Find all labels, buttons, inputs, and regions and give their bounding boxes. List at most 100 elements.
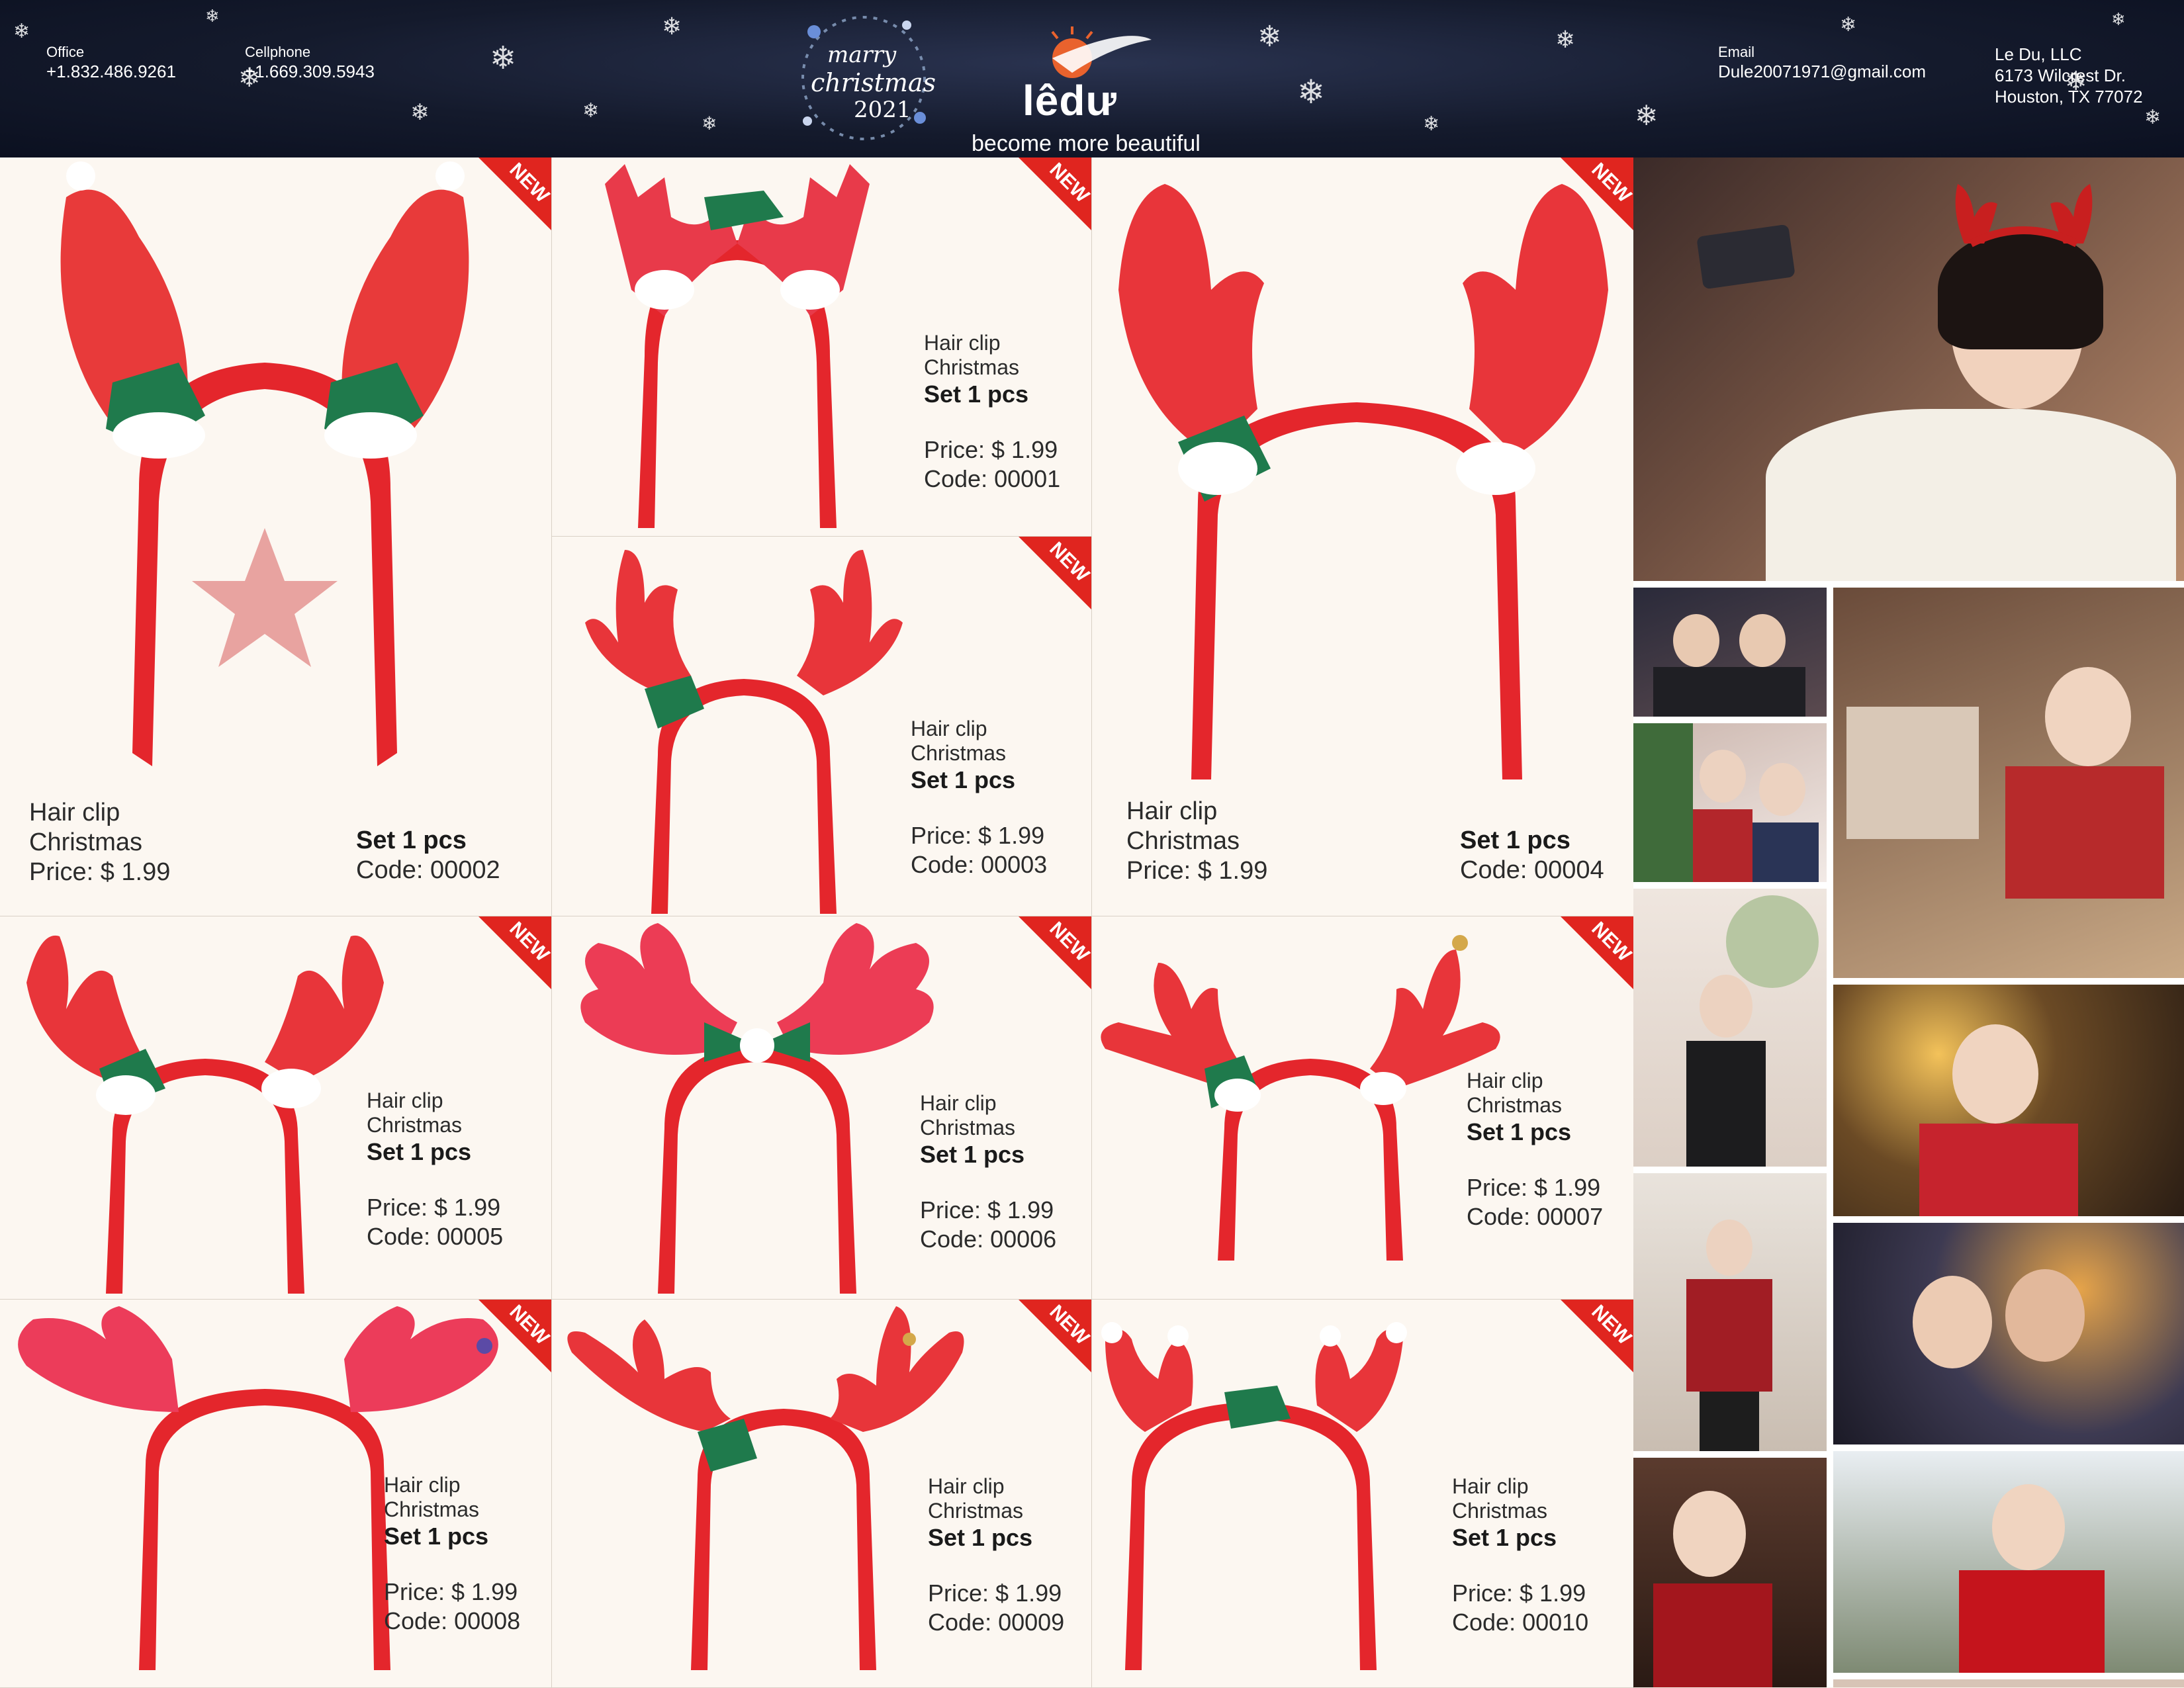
lifestyle-photo-girl-lights	[1833, 985, 2184, 1216]
snowflake-icon: ❄	[702, 112, 717, 134]
snowflake-icon: ❄	[1635, 99, 1659, 132]
email-contact: Email Dule20071971@gmail.com	[1718, 44, 1926, 82]
email-address[interactable]: Dule20071971@gmail.com	[1718, 61, 1926, 82]
lifestyle-photo-shop	[1833, 588, 2184, 978]
christmas-wreath-logo: marry christmas 2021	[761, 5, 966, 151]
office-phone[interactable]: +1.832.486.9261	[46, 61, 176, 82]
product-code: Code: 00006	[920, 1225, 1057, 1253]
reindeer-figure-headband-image	[605, 164, 870, 528]
product-set: Set 1 pcs	[1460, 826, 1570, 854]
product-set: Set 1 pcs	[1467, 1118, 1572, 1145]
office-label: Office	[46, 44, 85, 60]
lifestyle-photo-black-dress	[1633, 889, 1827, 1167]
product-category: Christmas	[1452, 1499, 1548, 1523]
model-face	[1700, 750, 1746, 803]
product-info-00010: Hair clip Christmas Set 1 pcs Price: $ 1…	[1452, 1474, 1588, 1637]
snowflake-icon: ❄	[2111, 10, 2126, 30]
felt-antler-headband-image	[580, 923, 934, 1294]
model-clothing	[1693, 809, 1752, 882]
product-code: Code: 00010	[1452, 1609, 1589, 1636]
phone	[1696, 224, 1796, 290]
cell-label: Cellphone	[245, 44, 311, 60]
model-face	[1759, 763, 1805, 816]
snowflake-icon: ❄	[1423, 112, 1440, 136]
product-card-00009[interactable]: NEW Hair clip Christmas Set 1 pcs Price:…	[552, 1300, 1092, 1688]
lifestyle-photo-couple	[1833, 1223, 2184, 1444]
large-antler-headband-image	[1118, 184, 1608, 779]
lifestyle-photo-collage	[1633, 157, 2184, 1687]
product-card-00002[interactable]: NEW Hair clip Christmas Price: $ 1.99 Se…	[0, 157, 552, 916]
product-set: Set 1 pcs	[911, 766, 1016, 793]
product-set: Set 1 pcs	[367, 1138, 472, 1165]
shop-display	[1846, 707, 1979, 839]
product-set: Set 1 pcs	[928, 1524, 1033, 1551]
new-badge: NEW	[1541, 1300, 1633, 1392]
product-card-00004[interactable]: NEW Hair clip Christmas Price: $ 1.99 Se…	[1092, 157, 1634, 916]
new-badge: NEW	[999, 157, 1091, 250]
product-info-00007: Hair clip Christmas Set 1 pcs Price: $ 1…	[1467, 1069, 1603, 1231]
model-face	[1700, 975, 1752, 1038]
christmas-tree	[1633, 723, 1693, 882]
product-card-00008[interactable]: NEW Hair clip Christmas Set 1 pcs Price:…	[0, 1300, 552, 1688]
cell-contact: Cellphone +1.669.309.5943	[245, 44, 375, 82]
product-card-00005[interactable]: NEW Hair clip Christmas Set 1 pcs Price:…	[0, 916, 552, 1300]
product-info-00003: Hair clip Christmas Set 1 pcs Price: $ 1…	[911, 717, 1047, 879]
product-price: Price: $ 1.99	[1467, 1174, 1601, 1201]
snowflake-icon: ❄	[662, 13, 682, 40]
snowflake-icon: ❄	[205, 7, 220, 26]
product-card-00003[interactable]: NEW Hair clip Christmas Set 1 pcs Price:…	[552, 537, 1092, 916]
product-type: Hair clip	[1467, 1069, 1543, 1092]
model-clothing	[1653, 667, 1805, 717]
product-info-00008: Hair clip Christmas Set 1 pcs Price: $ 1…	[384, 1473, 520, 1636]
snowflake-icon: ❄	[1555, 26, 1576, 54]
model-clothing	[1752, 822, 1819, 882]
antler-headband-image	[585, 550, 903, 914]
product-price: Price: $ 1.99	[384, 1578, 518, 1605]
short-antler-headband-image	[26, 935, 384, 1294]
product-category: Christmas	[1126, 827, 1240, 855]
model-dress	[1686, 1041, 1766, 1167]
product-code: Code: 00009	[928, 1609, 1065, 1636]
product-price: Price: $ 1.99	[1126, 857, 1268, 885]
product-type: Hair clip	[928, 1474, 1005, 1498]
snowflake-icon: ❄	[1297, 73, 1325, 111]
product-info-00004: Hair clip Christmas Price: $ 1.99	[1126, 797, 1267, 886]
product-type: Hair clip	[367, 1088, 443, 1112]
model-skirt	[1700, 1392, 1759, 1451]
product-code: Code: 00004	[1460, 856, 1604, 884]
product-set: Set 1 pcs	[1452, 1524, 1557, 1551]
product-category: Christmas	[911, 741, 1007, 765]
product-card-00001[interactable]: NEW Hair clip Christmas Set 1 pcs Price:…	[552, 157, 1092, 537]
product-info-00001: Hair clip Christmas Set 1 pcs Price: $ 1…	[924, 331, 1060, 494]
product-category: Christmas	[924, 355, 1020, 379]
product-type: Hair clip	[1452, 1474, 1529, 1498]
new-badge: NEW	[1541, 916, 1633, 1009]
lifestyle-photo-selfie	[1633, 157, 2184, 581]
product-code: Code: 00008	[384, 1607, 521, 1634]
brand-logo[interactable]: lêdư become more beautiful	[953, 13, 1231, 156]
snowflake-icon: ❄	[2144, 106, 2161, 129]
velvet-antler-headband-image	[567, 1306, 964, 1670]
product-code: Code: 00007	[1467, 1203, 1604, 1230]
model-face	[1913, 1276, 1992, 1368]
product-card-00010[interactable]: NEW Hair clip Christmas Set 1 pcs Price:…	[1092, 1300, 1634, 1688]
product-card-00007[interactable]: NEW Hair clip Christmas Set 1 pcs Price:…	[1092, 916, 1634, 1300]
antler-headband-icon	[1955, 184, 2093, 247]
lifestyle-photo-child-antlers	[1833, 1679, 2184, 1687]
model-face	[2005, 1269, 2085, 1362]
cell-phone[interactable]: +1.669.309.5943	[245, 61, 375, 82]
model-coat	[1686, 1279, 1772, 1392]
product-category: Christmas	[29, 828, 143, 856]
product-card-00006[interactable]: NEW Hair clip Christmas Set 1 pcs Price:…	[552, 916, 1092, 1300]
product-set: Set 1 pcs	[920, 1141, 1025, 1168]
product-price: Price: $ 1.99	[928, 1579, 1062, 1607]
product-price: Price: $ 1.99	[367, 1194, 501, 1221]
snowflake-icon: ❄	[490, 40, 517, 77]
product-type: Hair clip	[1126, 797, 1218, 825]
product-set: Set 1 pcs	[924, 380, 1029, 408]
product-type: Hair clip	[911, 717, 987, 740]
snowflake-icon: ❄	[1840, 13, 1857, 36]
new-badge: NEW	[459, 916, 551, 1009]
model-face	[1706, 1220, 1752, 1276]
snowflake-icon: ❄	[13, 20, 30, 43]
